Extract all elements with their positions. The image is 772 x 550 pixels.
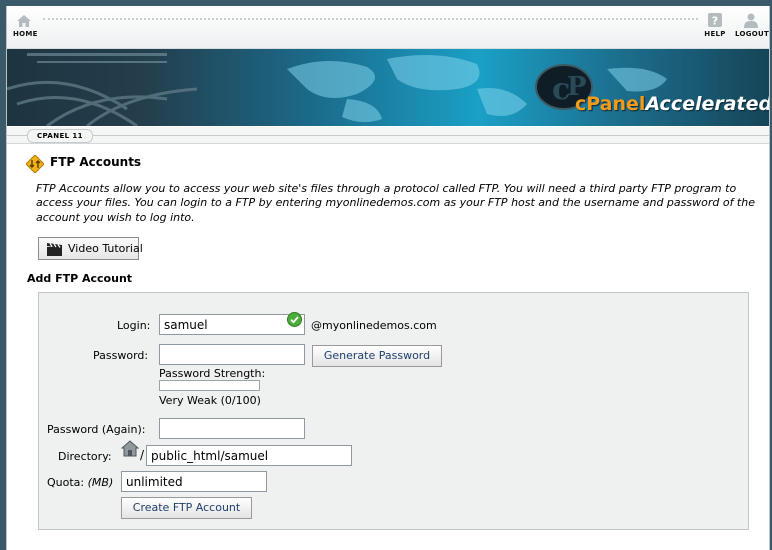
version-tab: CPANEL 11 [27, 129, 93, 143]
version-strip: CPANEL 11 [7, 127, 769, 144]
add-ftp-form: Login: @myonlinedemos.com Password: Gene… [38, 292, 749, 530]
video-tutorial-label: Video Tutorial [68, 242, 143, 255]
directory-input[interactable] [146, 445, 352, 466]
directory-label: Directory: [58, 450, 112, 463]
brand-wordmark: cPanelAccelerated [575, 93, 769, 115]
help-button[interactable]: ? HELP [704, 12, 726, 38]
version-divider [7, 135, 769, 136]
valid-check-icon [287, 312, 302, 327]
create-ftp-account-button[interactable]: Create FTP Account [121, 497, 252, 519]
password-again-input[interactable] [159, 418, 305, 439]
svg-text:?: ? [712, 15, 718, 28]
nav-divider [43, 18, 698, 22]
logout-button[interactable]: LOGOUT [735, 12, 770, 38]
home-label: HOME [13, 30, 38, 38]
quota-unit: (MB) [87, 476, 114, 489]
generate-password-button[interactable]: Generate Password [312, 345, 442, 367]
help-label: HELP [704, 30, 726, 38]
cpanel-window: HOME ? HELP LOGOUT c P cPanelAccelerated… [6, 6, 770, 550]
add-ftp-section-title: Add FTP Account [27, 272, 133, 285]
password-again-label: Password (Again): [47, 423, 146, 436]
password-strength-bar [159, 380, 260, 391]
brand-prefix: cPanel [575, 93, 646, 115]
password-input[interactable] [159, 344, 305, 365]
ftp-transfer-icon [26, 155, 44, 173]
login-label: Login: [117, 319, 151, 332]
home-button[interactable]: HOME [13, 14, 38, 38]
quota-input[interactable] [121, 471, 267, 492]
password-strength-label: Password Strength: [159, 367, 266, 380]
password-label: Password: [93, 349, 149, 362]
page-description: FTP Accounts allow you to access your we… [36, 182, 755, 224]
login-input[interactable] [159, 314, 305, 335]
logout-icon [744, 13, 758, 28]
logout-label: LOGOUT [735, 30, 770, 38]
video-tutorial-button[interactable]: Video Tutorial [38, 237, 143, 260]
home-directory-icon [121, 440, 139, 457]
home-icon [17, 15, 31, 27]
quota-label-text: Quota: [47, 476, 85, 489]
clapperboard-icon [47, 243, 62, 256]
quota-label: Quota: (MB) [47, 476, 113, 489]
brand-suffix: Accelerated [645, 93, 769, 115]
domain-suffix: @myonlinedemos.com [311, 319, 437, 332]
top-navigation: HOME ? HELP LOGOUT [7, 6, 769, 49]
directory-prefix: / [140, 448, 145, 462]
cpanel-banner: c P cPanelAccelerated [7, 49, 769, 126]
help-icon: ? [708, 13, 722, 28]
page-title: FTP Accounts [50, 155, 142, 169]
password-strength-value: Very Weak (0/100) [159, 394, 261, 407]
